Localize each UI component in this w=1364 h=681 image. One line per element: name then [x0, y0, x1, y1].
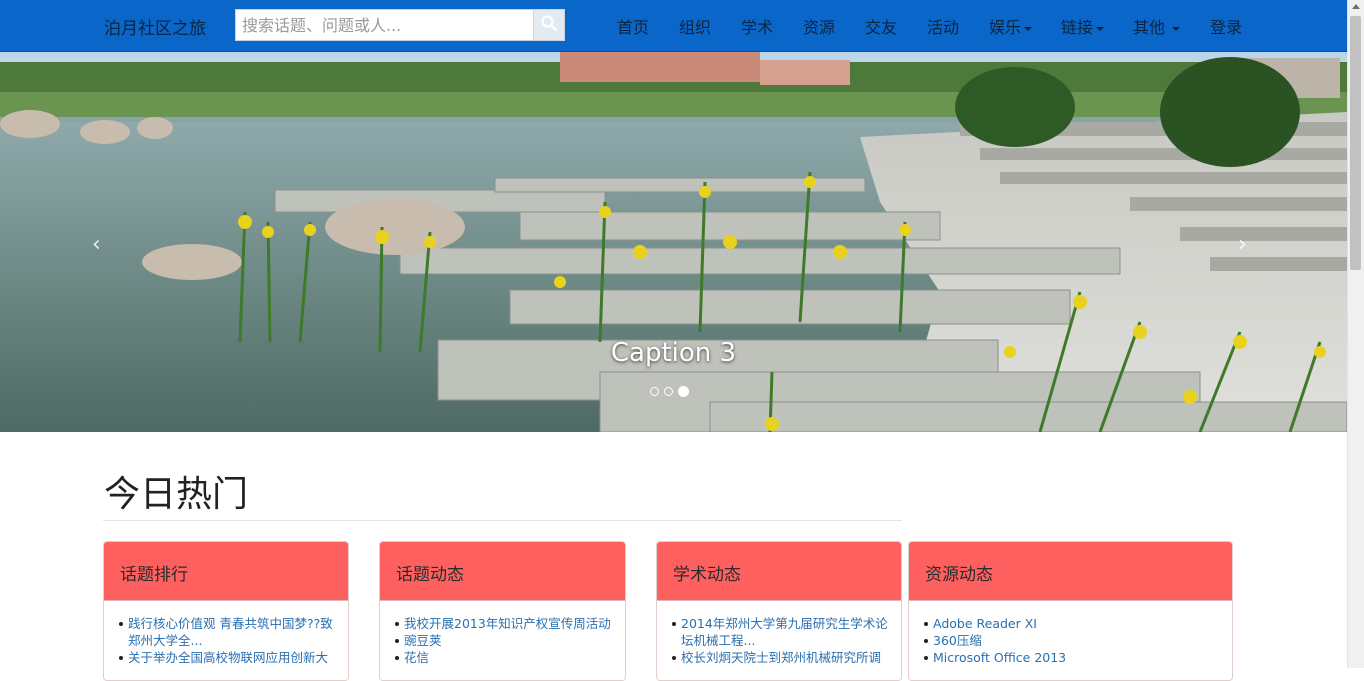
nav-item-organization[interactable]: 组织	[679, 14, 711, 38]
top-navbar: 泊月社区之旅 首页 组织 学术 资源 交友 活动 娱乐 链接 其他	[0, 0, 1347, 52]
site-brand[interactable]: 泊月社区之旅	[104, 14, 206, 39]
nav-dropdown-other[interactable]: 其他	[1133, 14, 1181, 38]
panel-body: 2014年郑州大学第九届研究生学术论 坛机械工程... 校长刘炯天院士到郑州机械…	[657, 601, 901, 666]
nav-item-home[interactable]: 首页	[617, 14, 649, 38]
nav-item-academic[interactable]: 学术	[741, 14, 773, 38]
carousel-indicator-3[interactable]	[678, 385, 689, 397]
section-title: 今日热门	[104, 474, 249, 515]
panel-list: 践行核心价值观 青春共筑中国梦??致 郑州大学全... 关于举办全国高校物联网应…	[118, 615, 348, 666]
caret-down-icon	[1024, 26, 1033, 31]
panel-resource-updates: 资源动态 Adobe Reader XI 360压缩 Microsoft Off…	[908, 541, 1233, 681]
list-item[interactable]: 花信	[394, 649, 625, 666]
nav-item-label: 活动	[927, 18, 960, 37]
list-item[interactable]: Adobe Reader XI	[923, 615, 1232, 632]
nav-dropdown-links[interactable]: 链接	[1061, 14, 1105, 38]
page-scrollbar[interactable]	[1347, 0, 1364, 668]
panel-body: Adobe Reader XI 360压缩 Microsoft Office 2…	[909, 601, 1232, 666]
panel-list: 2014年郑州大学第九届研究生学术论 坛机械工程... 校长刘炯天院士到郑州机械…	[671, 615, 901, 666]
nav-item-label: 首页	[617, 18, 650, 37]
carousel-indicator-1[interactable]	[650, 386, 659, 396]
carousel-caption: Caption 3	[610, 338, 737, 368]
list-item[interactable]: 豌豆荚	[394, 632, 625, 649]
nav-item-label: 资源	[803, 18, 836, 37]
title-divider	[103, 520, 902, 521]
search-form	[235, 9, 565, 41]
scroll-up-arrow-icon[interactable]	[1352, 4, 1360, 9]
panel-list: 我校开展2013年知识产权宣传周活动 豌豆荚 花信	[394, 615, 625, 666]
nav-item-label: 组织	[679, 18, 712, 37]
search-input[interactable]	[236, 10, 534, 40]
carousel-indicator-2[interactable]	[664, 386, 673, 396]
list-item[interactable]: 360压缩	[923, 632, 1232, 649]
panel-heading: 学术动态	[657, 542, 901, 601]
nav-item-friends[interactable]: 交友	[865, 14, 897, 38]
list-item[interactable]: 我校开展2013年知识产权宣传周活动	[394, 615, 625, 632]
nav-item-label: 娱乐	[989, 18, 1022, 37]
caret-down-icon	[1172, 26, 1181, 31]
carousel-indicators	[650, 385, 689, 397]
nav-item-label: 登录	[1210, 18, 1243, 37]
search-button[interactable]	[533, 10, 564, 40]
panel-heading: 话题动态	[380, 542, 625, 601]
carousel-slide-image	[0, 52, 1347, 432]
carousel-prev-button[interactable]: ‹	[92, 232, 101, 257]
list-item[interactable]: 坛机械工程...	[671, 632, 901, 649]
nav-item-resources[interactable]: 资源	[803, 14, 835, 38]
panel-academic-updates: 学术动态 2014年郑州大学第九届研究生学术论 坛机械工程... 校长刘炯天院士…	[656, 541, 902, 681]
hero-carousel: ‹ › Caption 3	[0, 52, 1347, 432]
list-item[interactable]: 郑州大学全...	[118, 632, 348, 649]
login-link[interactable]: 登录	[1210, 14, 1242, 38]
chevron-right-icon: ›	[1238, 232, 1247, 257]
nav-dropdown-entertainment[interactable]: 娱乐	[989, 14, 1033, 38]
list-item[interactable]: 关于举办全国高校物联网应用创新大	[118, 649, 348, 666]
panel-body: 践行核心价值观 青春共筑中国梦??致 郑州大学全... 关于举办全国高校物联网应…	[104, 601, 348, 666]
search-icon	[540, 14, 558, 36]
scroll-thumb[interactable]	[1350, 16, 1361, 270]
list-item[interactable]: 践行核心价值观 青春共筑中国梦??致	[118, 615, 348, 632]
list-item[interactable]: 2014年郑州大学第九届研究生学术论	[671, 615, 901, 632]
nav-item-label: 链接	[1061, 18, 1094, 37]
nav-item-label: 其他	[1133, 18, 1166, 37]
chevron-left-icon: ‹	[92, 232, 101, 257]
carousel-next-button[interactable]: ›	[1238, 232, 1247, 257]
panel-topic-ranking: 话题排行 践行核心价值观 青春共筑中国梦??致 郑州大学全... 关于举办全国高…	[103, 541, 349, 681]
panel-heading: 资源动态	[909, 542, 1232, 601]
nav-item-label: 交友	[865, 18, 898, 37]
list-item[interactable]: Microsoft Office 2013	[923, 649, 1232, 666]
nav-item-label: 学术	[741, 18, 774, 37]
list-item[interactable]: 校长刘炯天院士到郑州机械研究所调	[671, 649, 901, 666]
panel-list: Adobe Reader XI 360压缩 Microsoft Office 2…	[923, 615, 1232, 666]
panel-topic-updates: 话题动态 我校开展2013年知识产权宣传周活动 豌豆荚 花信	[379, 541, 626, 681]
panel-body: 我校开展2013年知识产权宣传周活动 豌豆荚 花信	[380, 601, 625, 666]
panel-heading: 话题排行	[104, 542, 348, 601]
caret-down-icon	[1096, 26, 1105, 31]
nav-item-activities[interactable]: 活动	[927, 14, 959, 38]
